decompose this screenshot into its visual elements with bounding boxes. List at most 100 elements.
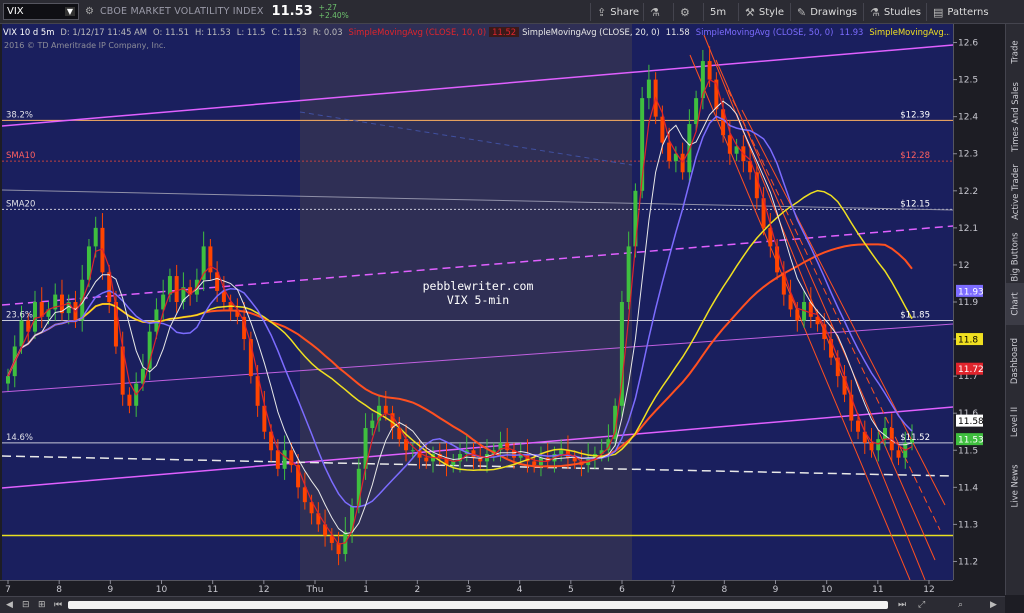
gear-icon[interactable]: ⚙ (85, 6, 94, 17)
style-label: Style (758, 6, 784, 18)
scroll-left-icon[interactable]: ◀ (6, 600, 13, 610)
chevron-down-icon[interactable]: ▼ (64, 7, 75, 16)
price-tick-label: 12.1 (958, 224, 978, 234)
scroll-right-icon[interactable]: ▶ (990, 600, 997, 610)
nav-tab-times-and-sales[interactable]: Times And Sales (1006, 82, 1024, 152)
candle-body (275, 450, 280, 469)
scroll-start-icon[interactable]: ⏮ (54, 600, 62, 610)
candle-body (707, 61, 712, 80)
time-tick-label: 5 (568, 585, 574, 595)
candle-body (19, 320, 24, 347)
candle-body (687, 124, 692, 173)
sma-last-label[interactable]: SimpleMovingAvg... (866, 27, 950, 37)
expand-icon[interactable]: ⤢ (918, 600, 925, 610)
price-tick-label: 11.3 (958, 520, 978, 530)
level-price-4: $11.52 (900, 433, 930, 443)
nav-tab-label: Active Trader (1010, 164, 1021, 220)
flask-button[interactable]: ⚗ (643, 3, 666, 21)
candle-body (646, 79, 651, 99)
candle-body (6, 376, 10, 384)
change-pct: +2.40% (318, 10, 349, 20)
candle-body (127, 394, 132, 406)
nav-tab-active-trader[interactable]: Active Trader (1006, 153, 1024, 231)
nav-tab-big-buttons[interactable]: Big Buttons (1006, 232, 1024, 282)
price-tick-label: 12.2 (958, 187, 978, 197)
time-tick-label: 3 (466, 585, 472, 595)
sma20-label[interactable]: SimpleMovingAvg (CLOSE, 20, 0) (519, 27, 663, 37)
price-tag-text: 11.72 (958, 365, 984, 375)
candle-body (869, 442, 874, 451)
sma10-label[interactable]: SimpleMovingAvg (CLOSE, 10, 0) (346, 27, 490, 37)
bar-date: D: 1/12/17 11:45 AM (60, 26, 148, 37)
time-tick-label: 4 (517, 585, 523, 595)
zoom-out-icon[interactable]: ⊟ (22, 600, 30, 610)
candle-body (167, 276, 172, 295)
nav-tab-label: Big Buttons (1010, 232, 1021, 282)
patterns-button[interactable]: ▤ Patterns (926, 3, 995, 21)
copyright-text: 2016 © TD Ameritrade IP Company, Inc. (4, 41, 166, 50)
time-tick-label: 10 (156, 585, 168, 595)
bar-close: C: 11.53 (271, 26, 307, 37)
share-button[interactable]: ⇪ Share (590, 3, 645, 21)
time-tick-label: 6 (619, 585, 625, 595)
candle-body (727, 135, 732, 154)
time-tick-label: 9 (773, 585, 779, 595)
nav-tab-label: Times And Sales (1010, 82, 1021, 152)
study-info-bar: VIX 10 d 5m D: 1/12/17 11:45 AM O: 11.51… (0, 24, 950, 39)
gear-icon: ⚙ (680, 5, 690, 19)
time-tick-label: 9 (107, 585, 113, 595)
scroll-end-icon[interactable]: ⏭ (898, 600, 906, 610)
candle-body (795, 309, 800, 321)
style-button[interactable]: ⚒ Style (738, 3, 790, 21)
share-label: Share (610, 6, 640, 18)
nav-tab-live-news[interactable]: Live News (1006, 448, 1024, 523)
timeframe-label: 5m (710, 6, 727, 18)
time-tick-label: Thu (306, 585, 324, 595)
chart-annotation-line-1: pebblewriter.com (423, 279, 534, 293)
sma50-label[interactable]: SimpleMovingAvg (CLOSE, 50, 0) (693, 27, 837, 37)
chart-scrollbar[interactable]: ◀ ⊟ ⊞ ⏮ ⏭ ⤢ ⌕ ▶ (0, 596, 1005, 613)
nav-tab-dashboard[interactable]: Dashboard (1006, 328, 1024, 394)
studies-button[interactable]: ⚗ Studies (863, 3, 927, 21)
candle-body (174, 276, 179, 302)
sma50-value: 11.93 (839, 26, 864, 37)
level-label-2: SMA20 (6, 199, 35, 209)
zoom-in-icon[interactable]: ⊞ (38, 600, 46, 610)
price-axis-labels: 12.612.512.412.312.212.11211.911.811.711… (953, 24, 1005, 580)
studies-icon: ⚗ (870, 5, 880, 19)
price-tick-label: 11.4 (958, 483, 978, 493)
price-tag-text: 11.53 (958, 436, 984, 446)
drawings-button[interactable]: ✎ Drawings (790, 3, 863, 21)
symbol-input[interactable]: VIX ▼ (3, 3, 79, 20)
time-axis-labels: 7 8 9 10 11 12 Thu 1 2 3 4 5 6 7 8 9 10 11 12 (0, 580, 953, 596)
chart-annotation-line-2: VIX 5-min (447, 293, 509, 307)
time-tick-label: 11 (207, 585, 218, 595)
time-axis[interactable] (0, 580, 953, 596)
candle-body (93, 227, 98, 247)
patterns-label: Patterns (947, 6, 989, 18)
nav-tab-level-ii[interactable]: Level II (1006, 398, 1024, 446)
nav-tab-trade[interactable]: Trade (1006, 28, 1024, 76)
nav-tab-label: Dashboard (1010, 337, 1021, 385)
price-tick-label: 12 (958, 261, 969, 271)
level-price-1: $12.28 (900, 151, 930, 161)
timeframe-button[interactable]: 5m (703, 3, 732, 21)
nav-tab-chart[interactable]: Chart (1006, 283, 1024, 325)
price-tag-text: 11.8 (958, 336, 978, 346)
time-tick-label: 12 (923, 585, 934, 595)
toolbar: VIX ▼ ⚙ CBOE MARKET VOLATILITY INDEX 11.… (0, 0, 1024, 24)
scroll-track[interactable] (68, 601, 888, 609)
flask-icon: ⚗ (650, 5, 660, 19)
magnifier-icon[interactable]: ⌕ (958, 600, 963, 610)
level-label-0: 38.2% (6, 110, 33, 120)
candle-body (370, 420, 375, 429)
price-chart[interactable]: 38.2% $12.39 SMA10 $12.28 SMA20 $12.15 23.6% $1… (0, 0, 1024, 613)
level-price-3: $11.85 (900, 311, 930, 321)
candle-body (896, 450, 901, 458)
candle-body (532, 461, 537, 466)
settings-button[interactable]: ⚙ (673, 3, 696, 21)
time-tick-label: 7 (5, 585, 11, 595)
level-price-2: $12.15 (900, 199, 930, 209)
style-icon: ⚒ (745, 5, 755, 19)
candle-body (626, 246, 631, 302)
